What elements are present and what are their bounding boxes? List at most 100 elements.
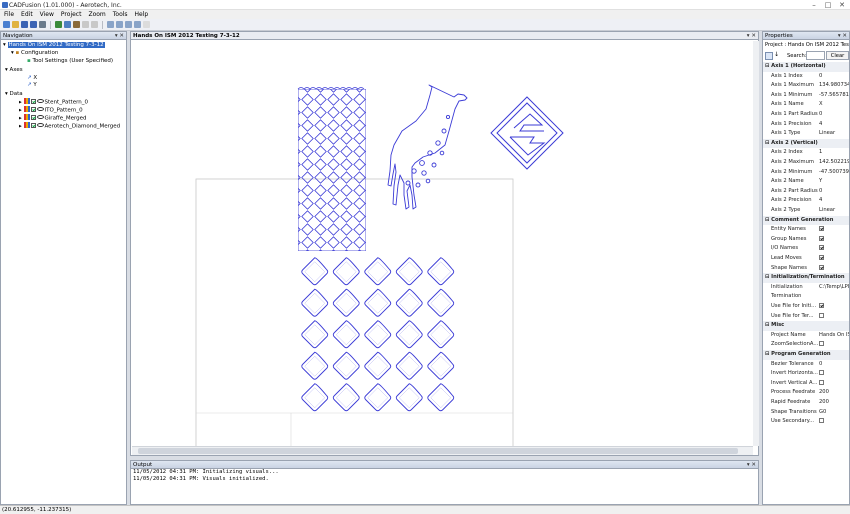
property-category[interactable]: ⊟ Program Generation — [763, 350, 849, 360]
menu-edit[interactable]: Edit — [21, 11, 33, 18]
tree-node-data-item[interactable]: ▸ ITO_Pattern_0 — [19, 106, 83, 114]
save-icon[interactable] — [21, 21, 28, 28]
property-value[interactable]: -57.5657814 — [819, 91, 849, 101]
property-value[interactable]: 142.5022199 — [819, 158, 849, 168]
property-row[interactable]: Process Feedrate 200 — [763, 388, 849, 398]
property-row[interactable]: Axis 1 Index 0 — [763, 72, 849, 82]
property-value[interactable]: 200 — [819, 388, 849, 398]
property-value[interactable]: Linear — [819, 206, 849, 216]
zoom-icon[interactable] — [107, 21, 114, 28]
property-row[interactable]: Invert Horizonta... — [763, 369, 849, 379]
property-checkbox[interactable] — [819, 379, 824, 385]
property-value[interactable] — [819, 302, 849, 312]
search-input[interactable] — [806, 51, 825, 60]
print-icon[interactable] — [39, 21, 46, 28]
navigation-panel-controls[interactable]: ▾ ✕ — [115, 32, 124, 40]
redo-icon[interactable] — [91, 21, 98, 28]
property-checkbox[interactable] — [819, 245, 824, 251]
tree-node-data[interactable]: ▾ Data — [5, 91, 23, 98]
property-value[interactable]: 4 — [819, 196, 849, 206]
expand-icon[interactable]: ▸ — [19, 100, 22, 106]
property-row[interactable]: Use File for Ter... — [763, 312, 849, 322]
property-row[interactable]: Axis 2 Type Linear — [763, 206, 849, 216]
visibility-checkbox[interactable] — [30, 122, 36, 128]
property-value[interactable]: 0 — [819, 187, 849, 197]
expand-icon[interactable]: ▸ — [19, 108, 22, 114]
property-value[interactable] — [819, 264, 849, 274]
property-row[interactable]: Axis 1 Part Radius 0 — [763, 110, 849, 120]
property-value[interactable]: Linear — [819, 129, 849, 139]
property-row[interactable]: Rapid Feedrate 200 — [763, 398, 849, 408]
collapse-icon[interactable]: ▾ — [5, 91, 8, 97]
visibility-checkbox[interactable] — [30, 114, 36, 120]
property-row[interactable]: Axis 2 Index 1 — [763, 148, 849, 158]
property-row[interactable]: Shape Names — [763, 264, 849, 274]
property-checkbox[interactable] — [819, 226, 824, 232]
vertical-scrollbar[interactable] — [753, 41, 759, 446]
property-value[interactable]: -47.5007399 — [819, 168, 849, 178]
menu-view[interactable]: View — [40, 11, 54, 18]
clear-button[interactable]: Clear — [826, 51, 849, 60]
property-row[interactable]: Axis 1 Minimum -57.5657814 — [763, 91, 849, 101]
property-checkbox[interactable] — [819, 418, 824, 424]
menu-tools[interactable]: Tools — [113, 11, 128, 18]
menu-help[interactable]: Help — [135, 11, 149, 18]
property-value[interactable] — [819, 312, 849, 322]
pointer-icon[interactable] — [143, 21, 150, 28]
tree-node-axis-y[interactable]: ↗ Y — [27, 82, 37, 89]
collapse-icon[interactable]: ▾ — [11, 50, 14, 56]
copy-icon[interactable] — [64, 21, 71, 28]
menu-zoom[interactable]: Zoom — [88, 11, 105, 18]
zoom-out-icon[interactable] — [125, 21, 132, 28]
property-checkbox[interactable] — [819, 235, 824, 241]
properties-panel-controls[interactable]: ▾ ✕ — [838, 32, 847, 40]
property-row[interactable]: Use File for Initi... — [763, 302, 849, 312]
collapse-icon[interactable]: ▾ — [5, 67, 8, 73]
property-row[interactable]: Shape Transitions G0 — [763, 408, 849, 418]
project-name[interactable]: Hands On ISM 2012 Testing 7-3-12 — [7, 42, 105, 48]
property-category[interactable]: ⊟ Axis 2 (Vertical) — [763, 138, 849, 149]
drawing-canvas[interactable] — [132, 41, 753, 446]
property-checkbox[interactable] — [819, 370, 824, 376]
eye-icon[interactable] — [36, 123, 44, 127]
property-value[interactable]: 0 — [819, 110, 849, 120]
property-value[interactable]: G0 — [819, 408, 849, 418]
property-value[interactable]: C:\Temp\LPI — [819, 283, 849, 293]
property-category[interactable]: ⊟ Comment Generation — [763, 215, 849, 226]
property-value[interactable]: Hands On IS — [819, 331, 849, 341]
property-checkbox[interactable] — [819, 264, 824, 270]
tree-node-data-item[interactable]: ▸ Giraffe_Merged — [19, 114, 87, 122]
collapse-icon[interactable]: ▾ — [3, 42, 6, 48]
property-value[interactable] — [819, 417, 849, 427]
tree-node-project[interactable]: ▾ Hands On ISM 2012 Testing 7-3-12 — [3, 42, 105, 49]
visibility-checkbox[interactable] — [30, 98, 36, 104]
property-row[interactable]: Group Names — [763, 235, 849, 245]
property-row[interactable]: Axis 2 Part Radius 0 — [763, 187, 849, 197]
property-value[interactable]: 1 — [819, 148, 849, 158]
horizontal-scrollbar[interactable] — [132, 446, 753, 455]
property-row[interactable]: Initialization C:\Temp\LPI — [763, 283, 849, 293]
property-value[interactable]: 4 — [819, 120, 849, 130]
property-value[interactable]: 200 — [819, 398, 849, 408]
property-category[interactable]: ⊟ Initialization/Termination — [763, 273, 849, 283]
property-value[interactable] — [819, 369, 849, 379]
eye-icon[interactable] — [36, 115, 44, 119]
property-row[interactable]: Axis 1 Maximum 134.9807341 — [763, 81, 849, 91]
tree-node-configuration[interactable]: ▾ ▪ Configuration — [11, 50, 58, 57]
paste-icon[interactable] — [73, 21, 80, 28]
sort-alpha-icon[interactable]: ↓ — [774, 51, 779, 58]
property-value[interactable] — [819, 244, 849, 254]
property-row[interactable]: Axis 2 Minimum -47.5007399 — [763, 168, 849, 178]
property-row[interactable]: Bezier Tolerance 0 — [763, 360, 849, 370]
new-icon[interactable] — [3, 21, 10, 28]
save-all-icon[interactable] — [30, 21, 37, 28]
property-value[interactable] — [819, 235, 849, 245]
property-value[interactable]: 134.9807341 — [819, 81, 849, 91]
property-row[interactable]: Lead Moves — [763, 254, 849, 264]
tree-node-data-item[interactable]: ▸ Aerotech_Diamond_Merged — [19, 122, 120, 130]
open-icon[interactable] — [12, 21, 19, 28]
property-row[interactable]: ZoomSelectionA... — [763, 340, 849, 350]
tree-node-axis-x[interactable]: ↗ X — [27, 75, 37, 82]
property-checkbox[interactable] — [819, 255, 824, 260]
maximize-button[interactable]: □ — [822, 1, 834, 9]
